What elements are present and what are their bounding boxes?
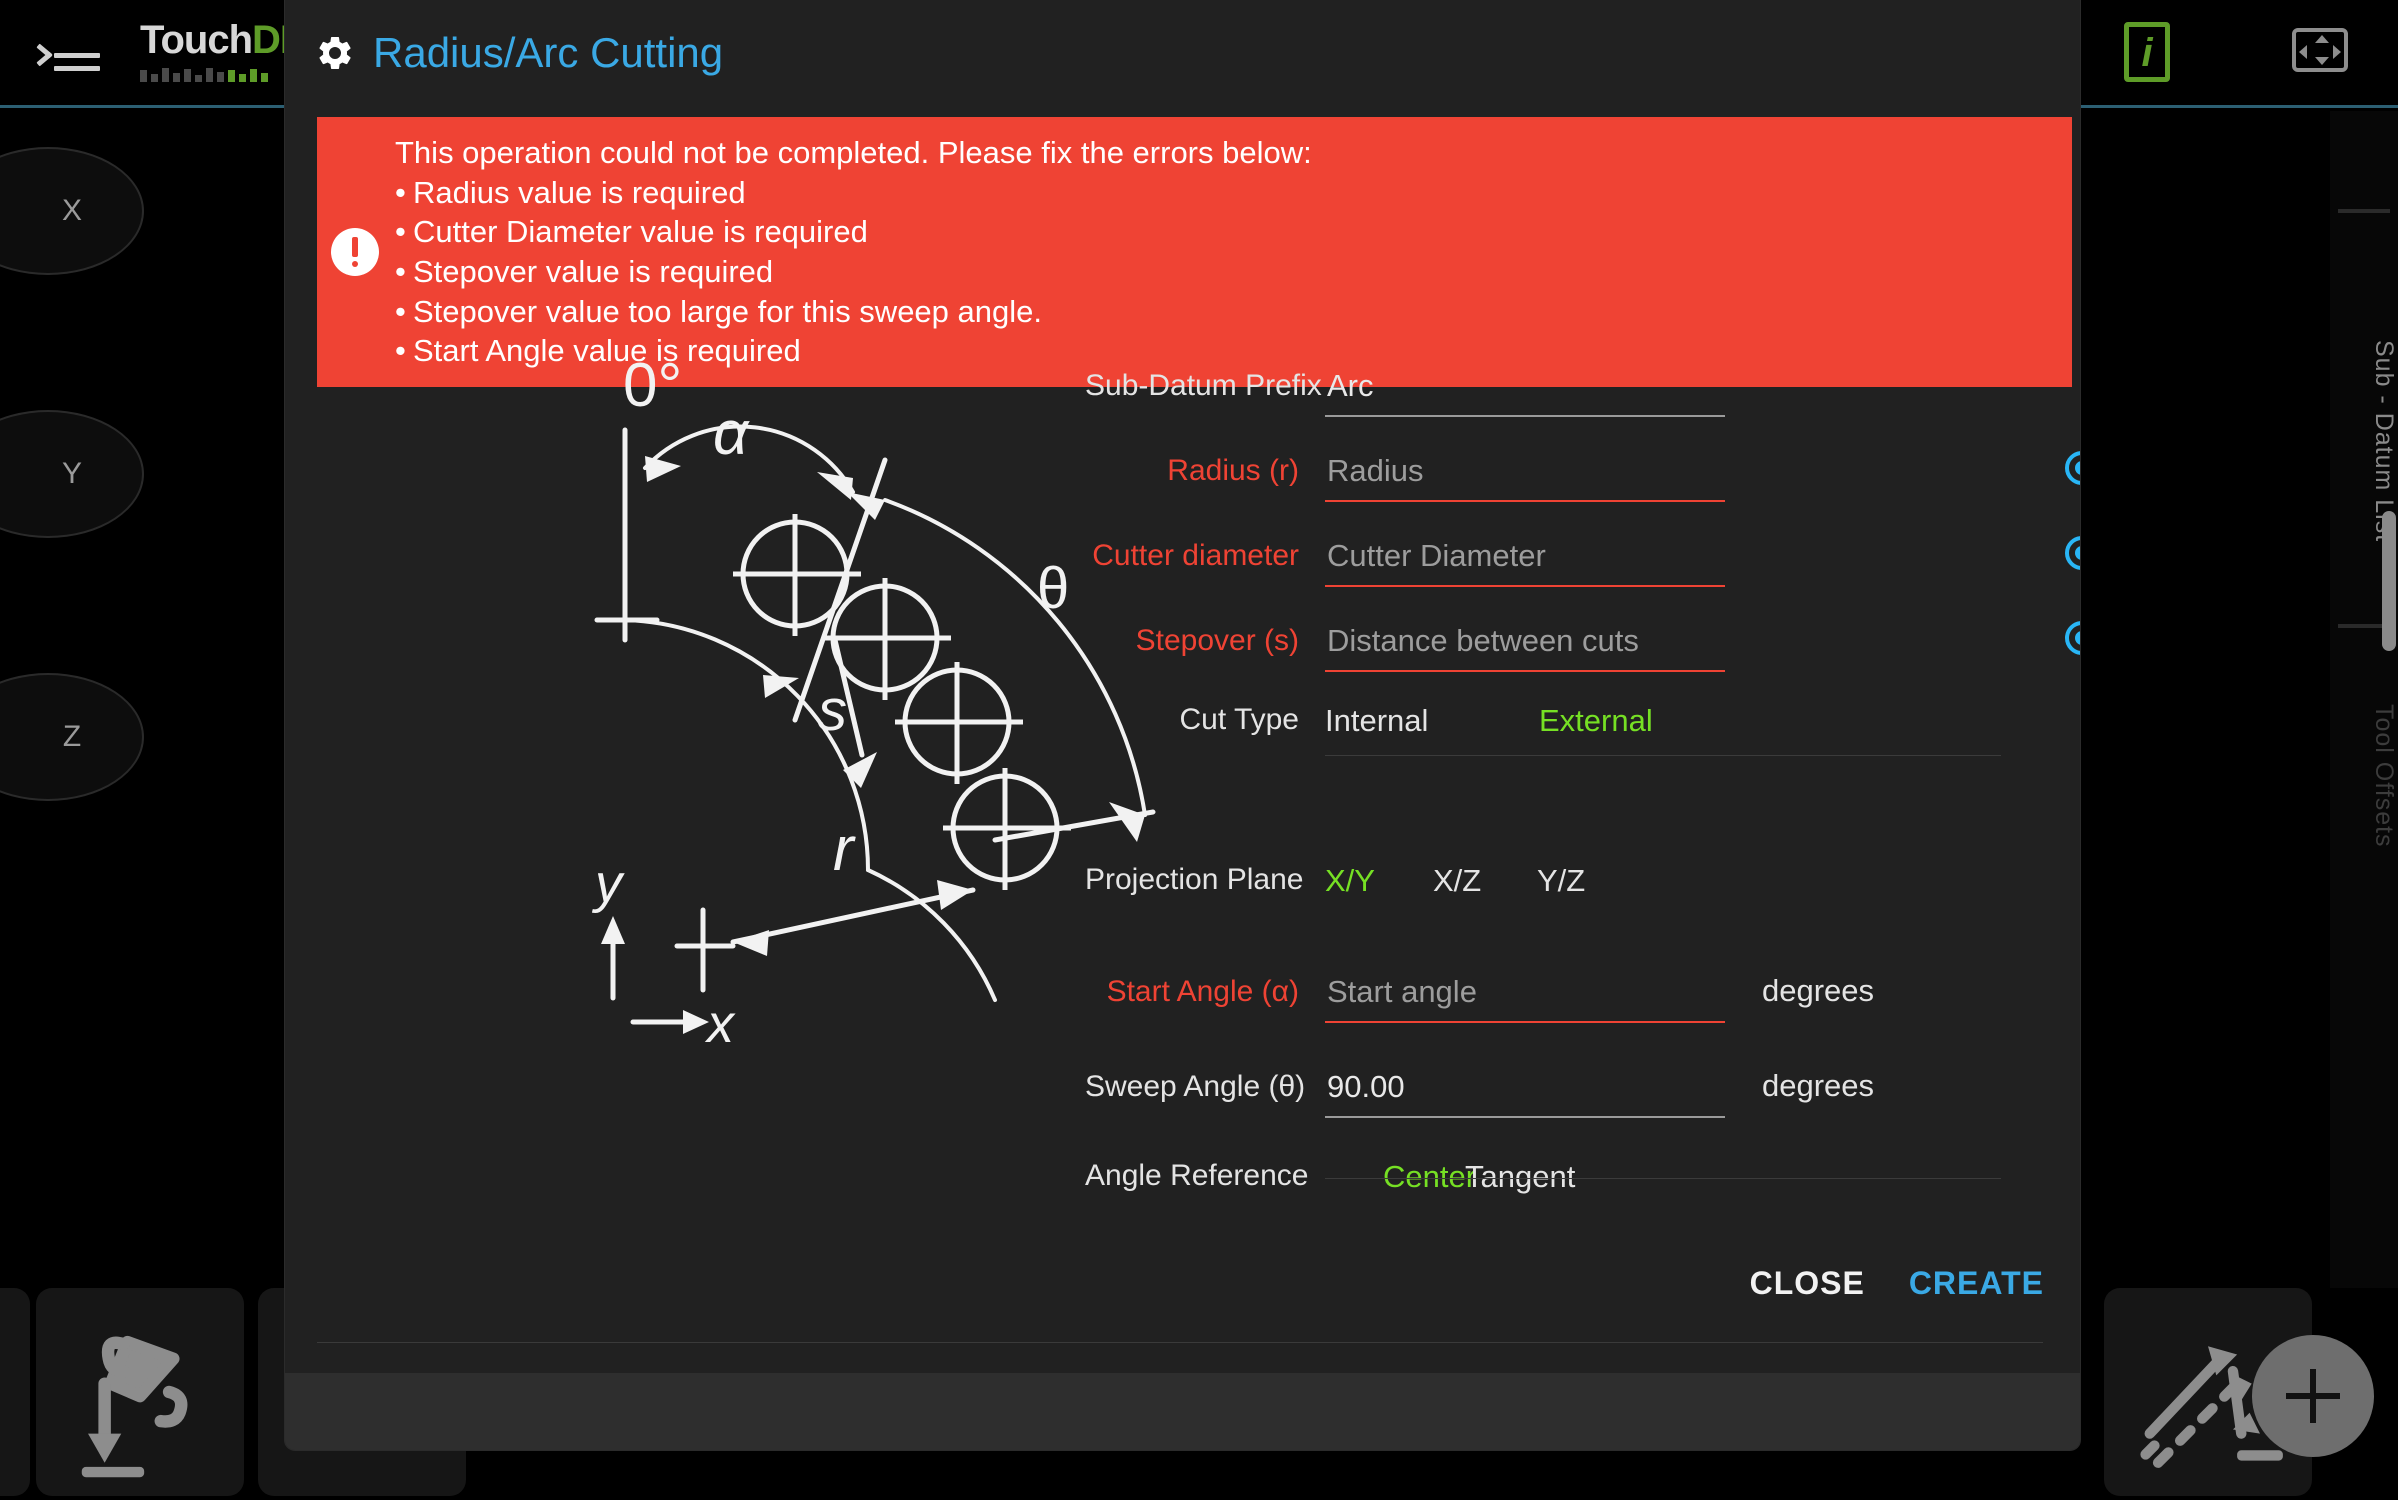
axis-button-y[interactable]: Y xyxy=(0,410,144,538)
projection-plane-option-xz[interactable]: X/Z xyxy=(1433,863,1537,899)
field-row-radius: Radius (r) in. mm xyxy=(1167,440,2080,525)
tool-probe-down-icon xyxy=(81,1335,188,1478)
sub-datum-prefix-input[interactable] xyxy=(1325,363,1725,417)
stepover-unit-group: in. mm xyxy=(2065,620,2080,656)
angle-reference-option-tangent[interactable]: Tangent xyxy=(1465,1159,1575,1195)
cut-type-option-internal[interactable]: Internal xyxy=(1325,703,1539,739)
radius-unit-group: in. mm xyxy=(2065,450,2080,486)
radius-unit-in[interactable]: in. xyxy=(2065,450,2080,486)
radio-selected-icon xyxy=(2065,451,2080,485)
radius-arc-cutting-dialog: Radius/Arc Cutting This operation could … xyxy=(285,0,2080,1450)
cut-type-option-external[interactable]: External xyxy=(1539,703,1653,739)
form-section-divider-1 xyxy=(1325,755,2001,756)
stepover-input[interactable] xyxy=(1325,618,1725,672)
close-button[interactable]: CLOSE xyxy=(1750,1265,1865,1302)
info-icon[interactable]: i xyxy=(2124,22,2170,82)
label-angle-reference: Angle Reference xyxy=(1085,1159,1309,1192)
axis-button-z[interactable]: Z xyxy=(0,673,144,801)
sidebar-tab-tool-offsets[interactable]: Tool Offsets xyxy=(2330,651,2398,901)
error-exclamation-icon xyxy=(331,228,379,277)
hamburger-menu-icon[interactable] xyxy=(38,34,100,76)
sweep-angle-unit-label: degrees xyxy=(1762,1068,1875,1103)
field-row-start-angle: Start Angle (α) degrees xyxy=(1107,961,2035,1046)
diagram-label-stepover: s xyxy=(818,678,847,743)
radius-input[interactable] xyxy=(1325,448,1725,502)
error-item: Radius value is required xyxy=(395,173,1312,213)
error-item: Stepover value is required xyxy=(395,252,1312,292)
cutter-diameter-unit-in[interactable]: in. xyxy=(2065,535,2080,571)
axis-button-z-label: Z xyxy=(62,720,82,753)
axis-button-y-label: Y xyxy=(61,457,82,490)
radio-selected-icon xyxy=(2065,536,2080,570)
cut-type-options: Internal External xyxy=(1325,703,1653,739)
error-banner: This operation could not be completed. P… xyxy=(317,117,2072,388)
label-start-angle: Start Angle (α) xyxy=(1106,975,1299,1008)
label-cut-type: Cut Type xyxy=(1179,703,1299,736)
error-item: Cutter Diameter value is required xyxy=(395,212,1312,252)
angle-reference-option-center[interactable]: Center xyxy=(1383,1159,1476,1195)
projection-plane-options: X/Y X/Z Y/Z xyxy=(1325,863,1585,899)
plus-icon xyxy=(2286,1369,2340,1423)
projection-plane-option-yz[interactable]: Y/Z xyxy=(1537,863,1585,899)
page-title: Radius/Arc Cutting xyxy=(373,29,724,76)
sidebar-scrollbar[interactable] xyxy=(2382,511,2396,651)
start-angle-unit-label: degrees xyxy=(1762,973,1875,1008)
tool-button-partial[interactable] xyxy=(0,1288,30,1496)
create-button[interactable]: CREATE xyxy=(1909,1265,2044,1302)
field-row-angle-reference: Angle Reference Center Tangent xyxy=(1085,1151,2035,1233)
field-row-projection-plane: Projection Plane X/Y X/Z Y/Z xyxy=(1085,855,2035,937)
dialog-footer-strip xyxy=(285,1373,2080,1450)
angle-reference-options: Center Tangent xyxy=(1383,1159,1575,1195)
label-sweep-angle: Sweep Angle (θ) xyxy=(1085,1070,1306,1103)
error-items: Radius value is required Cutter Diameter… xyxy=(395,173,1312,371)
dialog-action-bar: CLOSE CREATE xyxy=(1750,1265,2044,1302)
diagram-label-alpha: α xyxy=(713,399,750,468)
diagram-label-radius: r xyxy=(833,815,856,884)
stepover-unit-in[interactable]: in. xyxy=(2065,620,2080,656)
diagram-label-theta: θ xyxy=(1037,556,1069,621)
field-row-prefix: Sub-Datum Prefix xyxy=(1085,355,2035,440)
brand-name: Touch xyxy=(140,18,253,62)
cutter-diameter-unit-group: in. mm xyxy=(2065,535,2080,571)
sweep-angle-input[interactable] xyxy=(1325,1064,1725,1118)
dialog-footer-divider xyxy=(317,1342,2043,1343)
dialog-header: Radius/Arc Cutting xyxy=(285,22,2080,84)
cutter-diameter-input[interactable] xyxy=(1325,533,1725,587)
axis-button-x-label: X xyxy=(61,194,82,227)
add-fab-button[interactable] xyxy=(2252,1335,2374,1457)
error-item: Stepover value too large for this sweep … xyxy=(395,292,1312,332)
label-cutter-diameter: Cutter diameter xyxy=(1092,539,1299,572)
start-angle-input[interactable] xyxy=(1325,969,1725,1023)
form-section-divider-2 xyxy=(1325,1178,2001,1179)
label-radius: Radius (r) xyxy=(1167,454,1299,487)
diagram-label-zero-degrees: 0° xyxy=(623,351,682,420)
projection-plane-option-xy[interactable]: X/Y xyxy=(1325,863,1433,899)
arc-cutting-form: Sub-Datum Prefix Radius (r) in. mm xyxy=(1085,355,2080,1233)
error-message-list: This operation could not be completed. P… xyxy=(395,117,1312,387)
tool-button-probe-down[interactable] xyxy=(36,1288,244,1496)
field-row-cutter-diameter: Cutter diameter in. mm xyxy=(1092,525,2080,610)
field-row-stepover: Stepover (s) in. mm xyxy=(1136,610,2080,695)
field-row-cut-type: Cut Type Internal External xyxy=(1179,695,2035,777)
pan-fullscreen-icon[interactable] xyxy=(2292,28,2348,72)
screen-root: TouchDRO i X Y Z Sub - Datum List Tool O… xyxy=(0,0,2398,1500)
diagram-label-axis-y: y xyxy=(591,854,625,914)
label-stepover: Stepover (s) xyxy=(1135,624,1299,657)
field-row-sweep-angle: Sweep Angle (θ) degrees xyxy=(1085,1056,2035,1141)
radio-selected-icon xyxy=(2065,621,2080,655)
label-projection-plane: Projection Plane xyxy=(1085,863,1304,896)
error-heading: This operation could not be completed. P… xyxy=(395,135,1312,170)
diagram-label-axis-x: x xyxy=(704,994,736,1050)
label-sub-datum-prefix: Sub-Datum Prefix xyxy=(1085,369,1322,402)
sidebar-divider xyxy=(2338,209,2390,213)
axis-button-x[interactable]: X xyxy=(0,147,144,275)
gear-icon xyxy=(319,36,351,69)
